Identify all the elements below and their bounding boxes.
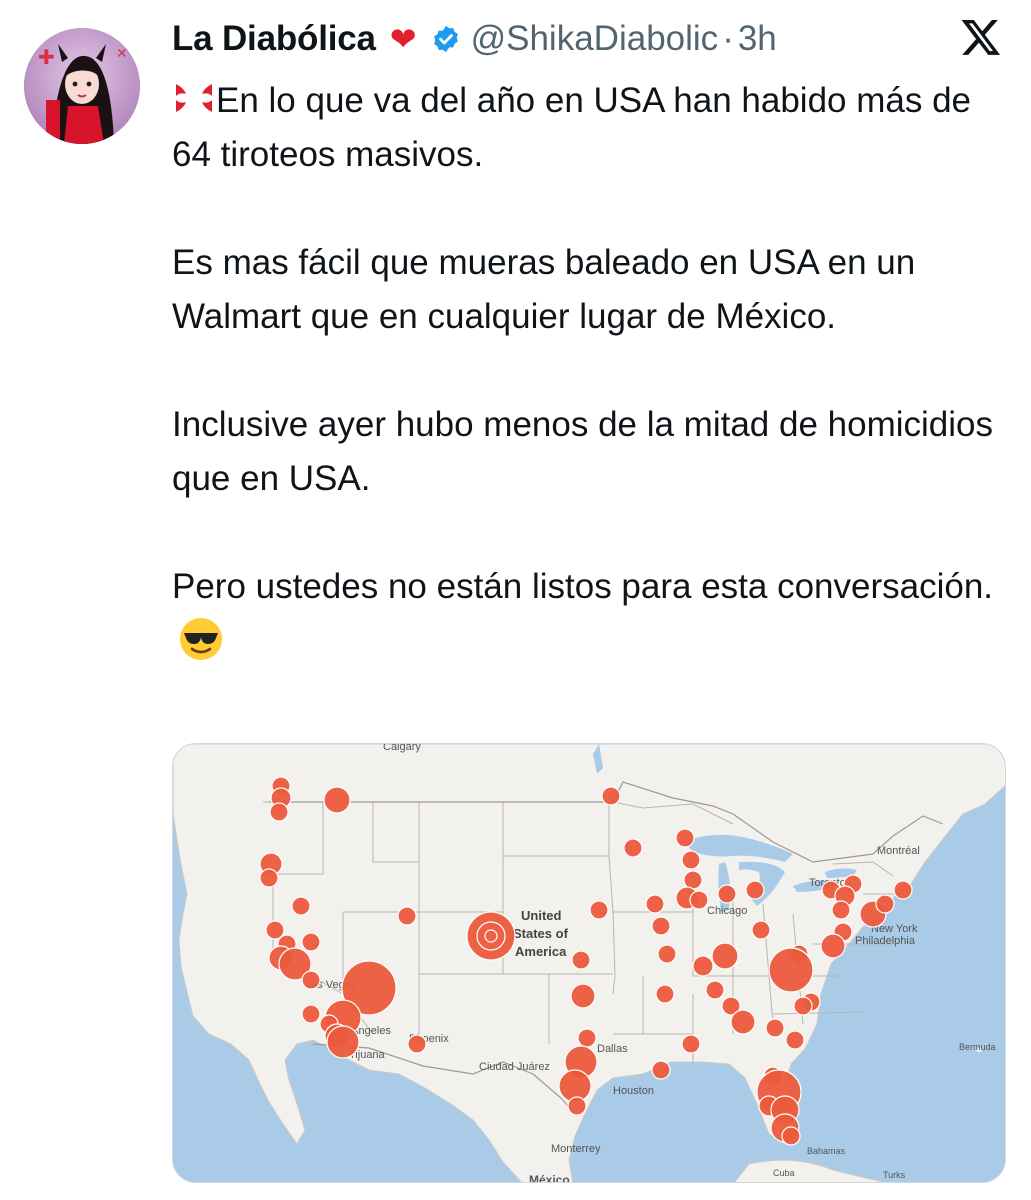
map-marker: [751, 920, 771, 940]
map-marker: [785, 1030, 805, 1050]
map-marker: [831, 900, 851, 920]
map-image-card[interactable]: Calgary Montréal Toronto Chicago New Yor…: [172, 743, 1006, 1183]
svg-text:✕: ✕: [116, 46, 128, 62]
map-label-ciudad-juarez: Ciudad Juárez: [479, 1061, 550, 1073]
map-label-houston: Houston: [613, 1085, 654, 1097]
avatar[interactable]: ✚ ✕: [24, 28, 140, 144]
map-label-chicago: Chicago: [707, 905, 747, 917]
tweet-text-1: En lo que va del año en USA han habido m…: [172, 81, 971, 174]
map-marker: [893, 880, 913, 900]
tweet-paragraph-4: Pero ustedes no están listos para esta c…: [172, 560, 1012, 668]
map-marker: [301, 1004, 321, 1024]
map-marker: [820, 933, 846, 959]
author-handle[interactable]: @ShikaDiabolic: [471, 19, 719, 59]
map-marker: [765, 1018, 785, 1038]
tweet-text-4: Pero ustedes no están listos para esta c…: [172, 567, 994, 606]
map-marker: [570, 983, 596, 1009]
map-marker: [589, 900, 609, 920]
map-label-montreal: Montréal: [877, 845, 920, 857]
map-marker: [651, 1060, 671, 1080]
separator-dot: ·: [722, 19, 734, 58]
map-label-country-1: United: [521, 908, 562, 923]
map-marker: [657, 944, 677, 964]
map-marker: [681, 850, 701, 870]
map-label-mexico: México: [529, 1173, 570, 1183]
map-label-turks: Turks: [883, 1170, 906, 1180]
map-marker: [301, 932, 321, 952]
map-marker: [623, 838, 643, 858]
x-logo-icon[interactable]: [960, 16, 1002, 58]
map-marker: [768, 947, 814, 993]
tweet-paragraph-2: Es mas fácil que mueras baleado en USA e…: [172, 243, 916, 336]
tweet-body: En lo que va del año en USA han habido m…: [172, 74, 1012, 668]
map-marker: [705, 980, 725, 1000]
map-marker: [323, 786, 351, 814]
map-label-bermuda: Bermuda: [959, 1042, 996, 1052]
map-marker: [717, 884, 737, 904]
anger-symbol-emoji-icon: [172, 78, 216, 118]
map-marker: [577, 1028, 597, 1048]
map-label-cuba: Cuba: [773, 1168, 795, 1178]
map-label-bahamas: Bahamas: [807, 1146, 846, 1156]
map-marker: [689, 890, 709, 910]
map-marker: [301, 970, 321, 990]
display-name[interactable]: La Diabólica: [172, 19, 376, 59]
map-marker: [681, 1034, 701, 1054]
map-marker: [291, 896, 311, 916]
map-marker: [466, 911, 516, 961]
map-marker: [571, 950, 591, 970]
verified-badge-icon[interactable]: [431, 24, 461, 54]
avatar-image: ✚ ✕: [24, 28, 140, 144]
map-marker: [326, 1025, 360, 1059]
sunglasses-emoji-icon: [178, 616, 224, 662]
map-marker: [675, 828, 695, 848]
map-marker: [651, 916, 671, 936]
map-marker: [259, 868, 279, 888]
map-label-country-3: America: [515, 944, 567, 959]
map-marker: [692, 955, 714, 977]
map-marker: [655, 984, 675, 1004]
map-marker: [730, 1009, 756, 1035]
tweet-paragraph-3: Inclusive ayer hubo menos de la mitad de…: [172, 405, 993, 498]
map-label-monterrey: Monterrey: [551, 1143, 601, 1155]
map-marker: [711, 942, 739, 970]
map-marker: [683, 870, 703, 890]
map-label-country-2: States of: [513, 926, 569, 941]
svg-text:✚: ✚: [38, 45, 55, 69]
us-map: Calgary Montréal Toronto Chicago New Yor…: [173, 744, 1005, 1183]
tweet-header: La Diabólica ❤ @ShikaDiabolic · 3h: [172, 14, 932, 64]
tweet-paragraph-1: En lo que va del año en USA han habido m…: [172, 74, 1012, 182]
map-label-dallas: Dallas: [597, 1043, 628, 1055]
map-marker: [781, 1126, 801, 1146]
map-marker: [269, 802, 289, 822]
map-marker: [793, 996, 813, 1016]
map-marker: [745, 880, 765, 900]
map-marker: [875, 894, 895, 914]
map-marker: [407, 1034, 427, 1054]
timestamp[interactable]: 3h: [738, 19, 777, 59]
map-marker: [397, 906, 417, 926]
map-label-calgary: Calgary: [383, 744, 421, 753]
map-marker: [601, 786, 621, 806]
map-label-philadelphia: Philadelphia: [855, 935, 916, 947]
map-marker: [567, 1096, 587, 1116]
map-marker: [645, 894, 665, 914]
heart-emoji-icon: ❤: [389, 21, 417, 57]
